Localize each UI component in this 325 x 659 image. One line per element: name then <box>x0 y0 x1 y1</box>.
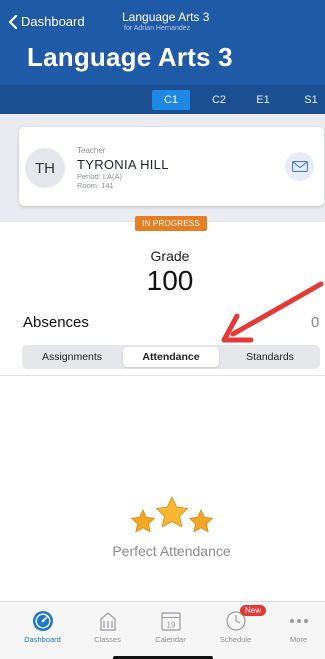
annotation-arrow-icon <box>221 281 324 343</box>
tab-label-dashboard: Dashboard <box>24 635 61 644</box>
tab-dashboard[interactable]: Dashboard <box>10 610 75 644</box>
tab-schedule[interactable]: New Schedule <box>203 605 268 644</box>
bottom-tab-bar: Dashboard Classes 19 Calendar New Schedu… <box>0 601 325 659</box>
chevron-left-icon <box>8 14 18 29</box>
teacher-period: Period: LA(A) <box>77 172 123 181</box>
divider <box>0 375 325 376</box>
teacher-name: TYRONIA HILL <box>77 157 169 172</box>
class-detail-screen: Dashboard Language Arts 3 for Adrian Her… <box>0 0 325 659</box>
nav-subtitle: for Adrian Hernandez <box>124 25 191 32</box>
header: Dashboard Language Arts 3 for Adrian Her… <box>0 0 325 85</box>
dashboard-gauge-icon <box>32 611 53 631</box>
grade-label: Grade <box>150 248 190 264</box>
status-badge: IN PROGRESS <box>135 216 207 231</box>
envelope-icon <box>291 161 308 172</box>
term-tab-c1[interactable]: C1 <box>152 90 190 110</box>
term-tab-c2[interactable]: C2 <box>202 90 236 110</box>
back-label: Dashboard <box>21 14 85 29</box>
segment-attendance[interactable]: Attendance <box>123 347 219 367</box>
tab-label-classes: Classes <box>94 635 121 644</box>
tab-classes[interactable]: Classes <box>75 610 140 644</box>
back-button[interactable]: Dashboard <box>8 14 85 29</box>
page-title: Language Arts 3 <box>27 42 233 72</box>
email-teacher-button[interactable] <box>285 152 314 181</box>
segment-assignments[interactable]: Assignments <box>24 347 120 367</box>
term-tab-s1[interactable]: S1 <box>294 90 325 110</box>
classes-building-icon <box>99 612 116 631</box>
tab-label-schedule: Schedule <box>219 635 252 644</box>
new-badge: New <box>240 605 267 616</box>
nav-title: Language Arts 3 <box>122 10 210 24</box>
absences-label: Absences <box>23 314 89 331</box>
calendar-day: 19 <box>166 621 175 630</box>
teacher-avatar: TH <box>25 148 65 188</box>
perfect-attendance-text: Perfect Attendance <box>112 543 231 559</box>
teacher-room: Room: 141 <box>77 181 114 190</box>
tab-calendar[interactable]: 19 Calendar <box>138 610 203 644</box>
more-dots-icon <box>289 619 308 623</box>
term-tabs: C1 C2 E1 S1 <box>0 85 325 114</box>
segment-standards[interactable]: Standards <box>222 347 318 367</box>
tab-more[interactable]: More <box>266 610 325 644</box>
stars-icon <box>130 496 214 533</box>
tab-label-calendar: Calendar <box>155 635 186 644</box>
tab-label-more: More <box>289 635 308 644</box>
calendar-icon: 19 <box>160 612 181 631</box>
teacher-role: Teacher <box>77 146 106 155</box>
term-tab-e1[interactable]: E1 <box>246 90 280 110</box>
teacher-card: TH Teacher TYRONIA HILL Period: LA(A) Ro… <box>19 127 324 206</box>
